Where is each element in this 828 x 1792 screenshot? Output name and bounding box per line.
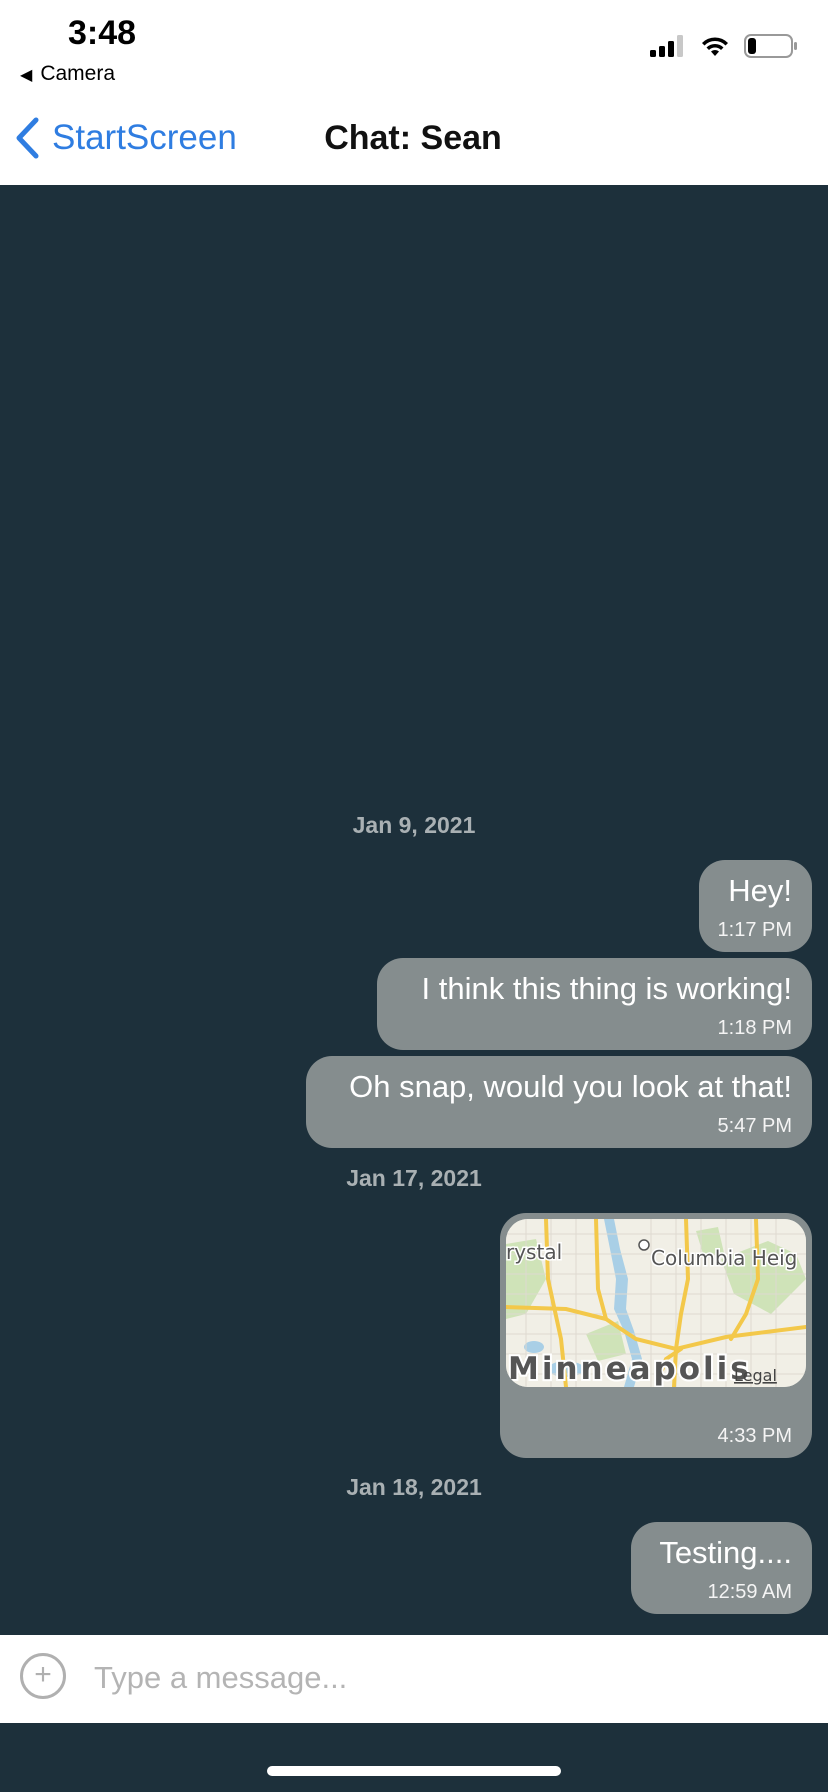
message-composer: + (0, 1635, 828, 1723)
message-bubble[interactable]: I think this thing is working! 1:18 PM (377, 958, 812, 1050)
navigation-bar: Chat: Sean StartScreen (0, 95, 828, 185)
message-timestamp: 4:33 PM (717, 1425, 792, 1447)
map-label-left: rystal (506, 1240, 562, 1264)
message-timestamp: 1:18 PM (717, 1017, 792, 1039)
date-separator: Jan 18, 2021 (346, 1474, 482, 1500)
message-input[interactable] (92, 1649, 796, 1707)
message-text: Testing.... (659, 1535, 792, 1570)
back-button[interactable]: StartScreen (14, 117, 237, 159)
status-icons (650, 34, 798, 58)
plus-icon: + (34, 1658, 52, 1691)
home-indicator[interactable] (267, 1766, 561, 1776)
back-app-label: Camera (40, 62, 116, 85)
signal-icon (650, 35, 683, 57)
message-timestamp: 5:47 PM (717, 1115, 792, 1137)
map-message-bubble[interactable]: rystal Columbia Heig Minneapolis Legal 4… (500, 1213, 812, 1458)
message-timestamp: 12:59 AM (707, 1581, 792, 1603)
message-bubble[interactable]: Testing.... 12:59 AM (631, 1522, 812, 1614)
wifi-icon (702, 37, 728, 56)
status-bar: 3:48 ◀ Camera (0, 0, 828, 95)
chevron-left-icon (16, 117, 39, 159)
message-text: Hey! (728, 873, 792, 908)
map-image: rystal Columbia Heig Minneapolis Legal (506, 1219, 806, 1387)
map-thumbnail[interactable]: rystal Columbia Heig Minneapolis Legal (506, 1219, 806, 1387)
map-label-right: Columbia Heig (651, 1246, 797, 1270)
message-text: Oh snap, would you look at that! (349, 1069, 792, 1104)
back-button-label: StartScreen (52, 118, 237, 157)
message-bubble[interactable]: Oh snap, would you look at that! 5:47 PM (306, 1056, 812, 1148)
back-triangle-icon: ◀ (20, 67, 33, 84)
map-city-label: Minneapolis (508, 1351, 752, 1387)
back-to-app-link[interactable]: ◀ Camera (20, 62, 115, 86)
add-attachment-button[interactable]: + (20, 1653, 66, 1699)
message-text: I think this thing is working! (421, 971, 792, 1006)
battery-icon (744, 34, 797, 58)
date-separator: Jan 17, 2021 (346, 1165, 482, 1191)
date-separator: Jan 9, 2021 (352, 812, 476, 838)
map-legal-link: Legal (734, 1366, 777, 1385)
message-bubble[interactable]: Hey! 1:17 PM (699, 860, 812, 952)
message-timestamp: 1:17 PM (717, 919, 792, 941)
status-time: 3:48 (68, 14, 137, 52)
